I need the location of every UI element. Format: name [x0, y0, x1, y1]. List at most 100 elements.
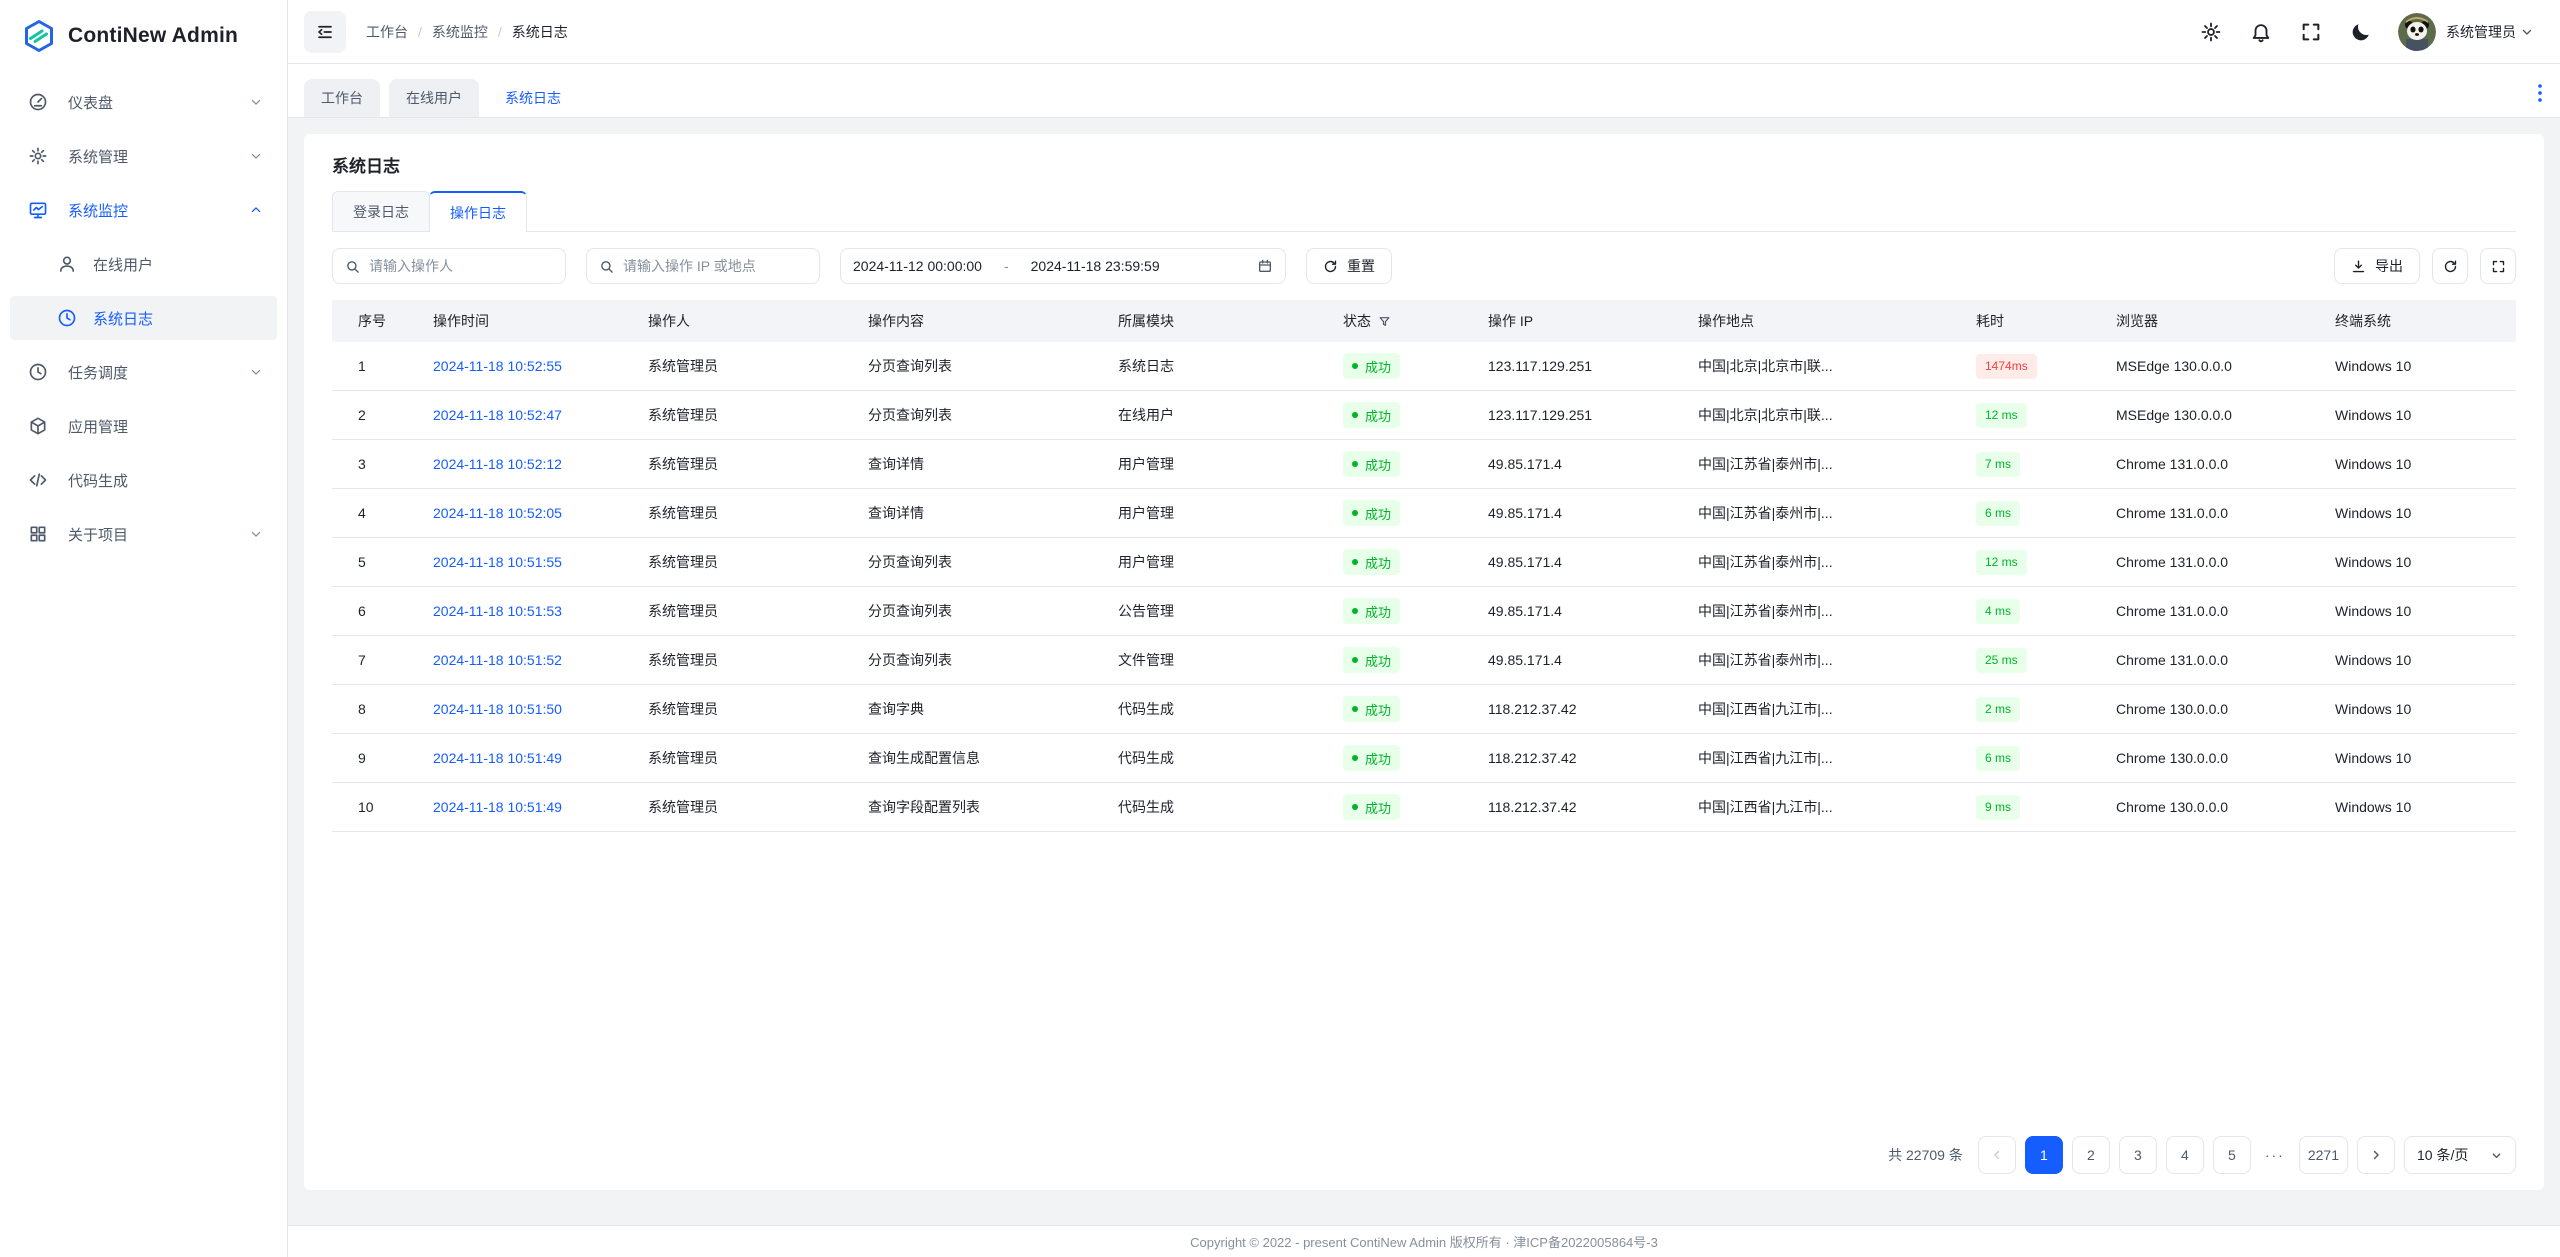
- operation-time-link[interactable]: 2024-11-18 10:51:53: [433, 603, 562, 619]
- operation-time-link[interactable]: 2024-11-18 10:52:47: [433, 407, 562, 423]
- operation-time-link[interactable]: 2024-11-18 10:52:12: [433, 456, 562, 472]
- cell-operator: 系统管理员: [642, 503, 862, 523]
- cell-browser: Chrome 131.0.0.0: [2110, 603, 2329, 619]
- cell-ip: 49.85.171.4: [1482, 505, 1692, 521]
- operator-search-field: [332, 248, 566, 284]
- status-badge: 成功: [1343, 451, 1400, 477]
- top-header: 工作台 / 系统监控 / 系统日志: [288, 0, 2560, 64]
- user-menu[interactable]: 系统管理员: [2446, 22, 2534, 42]
- sidebar-item-online-users[interactable]: 在线用户: [10, 242, 277, 286]
- page-tab-workbench[interactable]: 工作台: [304, 79, 380, 117]
- column-header: 操作时间: [427, 311, 642, 331]
- operation-time-link[interactable]: 2024-11-18 10:51:52: [433, 652, 562, 668]
- filter-right: 导出: [2334, 248, 2516, 284]
- filter-funnel-icon[interactable]: [1378, 315, 1391, 328]
- sidebar-item-label: 应用管理: [68, 416, 128, 437]
- sidebar-item-about-project[interactable]: 关于项目: [10, 512, 277, 556]
- operation-time-link[interactable]: 2024-11-18 10:51:49: [433, 750, 562, 766]
- status-badge: 成功: [1343, 647, 1400, 673]
- dark-mode-moon-icon[interactable]: [2350, 21, 2372, 43]
- page-button-2[interactable]: 2: [2072, 1136, 2110, 1174]
- sidebar-collapse-button[interactable]: [304, 11, 346, 53]
- page-button-4[interactable]: 4: [2166, 1136, 2204, 1174]
- next-page-button[interactable]: [2357, 1136, 2395, 1174]
- table-row: 5 2024-11-18 10:51:55 系统管理员 分页查询列表 用户管理 …: [332, 538, 2516, 587]
- page-size-label: 10 条/页: [2417, 1145, 2468, 1165]
- duration-badge: 12 ms: [1976, 403, 2027, 428]
- column-header-label: 状态: [1343, 311, 1371, 331]
- status-label: 成功: [1365, 700, 1391, 719]
- fullscreen-icon: [2491, 259, 2506, 274]
- sidebar-item-dashboard[interactable]: 仪表盘: [10, 80, 277, 124]
- sidebar-item-code-generation[interactable]: 代码生成: [10, 458, 277, 502]
- cell-content: 分页查询列表: [862, 405, 1112, 425]
- reset-button[interactable]: 重置: [1306, 248, 1392, 284]
- cell-browser: MSEdge 130.0.0.0: [2110, 407, 2329, 423]
- export-button[interactable]: 导出: [2334, 248, 2420, 284]
- sidebar-item-system-monitor[interactable]: 系统监控: [10, 188, 277, 232]
- status-badge: 成功: [1343, 353, 1400, 379]
- sidebar-item-label: 在线用户: [93, 254, 153, 275]
- page-ellipsis[interactable]: ···: [2260, 1147, 2290, 1163]
- column-header: 所属模块: [1112, 311, 1337, 331]
- page-button-5[interactable]: 5: [2213, 1136, 2251, 1174]
- page-tab-system-log[interactable]: 系统日志: [488, 79, 578, 117]
- tab-operation-log[interactable]: 操作日志: [429, 191, 527, 232]
- page-size-select[interactable]: 10 条/页: [2404, 1136, 2516, 1174]
- cell-index: 4: [332, 505, 427, 521]
- sidebar-item-system-management[interactable]: 系统管理: [10, 134, 277, 178]
- cell-os: Windows 10: [2329, 652, 2516, 668]
- page-button-3[interactable]: 3: [2119, 1136, 2157, 1174]
- column-header: 浏览器: [2110, 311, 2329, 331]
- sidebar-item-task-schedule[interactable]: 任务调度: [10, 350, 277, 394]
- cell-content: 分页查询列表: [862, 601, 1112, 621]
- table-row: 3 2024-11-18 10:52:12 系统管理员 查询详情 用户管理 成功…: [332, 440, 2516, 489]
- sidebar-menu: 仪表盘 系统管理 系统监控 在线用户: [0, 80, 287, 556]
- cell-operator: 系统管理员: [642, 405, 862, 425]
- page-number-list: 12345: [2025, 1136, 2251, 1174]
- duration-badge: 7 ms: [1976, 452, 2020, 477]
- chevron-down-icon: [249, 527, 263, 541]
- ip-search-input[interactable]: [623, 258, 807, 274]
- main-area: 工作台 / 系统监控 / 系统日志: [288, 0, 2560, 1257]
- operation-time-link[interactable]: 2024-11-18 10:51:50: [433, 701, 562, 717]
- last-page-button[interactable]: 2271: [2299, 1136, 2348, 1174]
- pagination: 共 22709 条 12345 ··· 2271 10 条/页: [332, 1136, 2516, 1174]
- chevron-down-icon: [2490, 1149, 2503, 1162]
- operation-time-link[interactable]: 2024-11-18 10:52:05: [433, 505, 562, 521]
- sidebar-item-app-management[interactable]: 应用管理: [10, 404, 277, 448]
- chevron-up-icon: [249, 203, 263, 217]
- sidebar-item-system-log[interactable]: 系统日志: [10, 296, 277, 340]
- table-row: 7 2024-11-18 10:51:52 系统管理员 分页查询列表 文件管理 …: [332, 636, 2516, 685]
- breadcrumb-item[interactable]: 工作台: [366, 22, 408, 42]
- monitor-chart-icon: [28, 200, 48, 220]
- user-avatar[interactable]: [2398, 13, 2436, 51]
- page-tab-label: 在线用户: [406, 88, 462, 108]
- fullscreen-icon[interactable]: [2300, 21, 2322, 43]
- cell-module: 代码生成: [1112, 699, 1337, 719]
- status-dot-icon: [1352, 559, 1358, 565]
- operation-time-link[interactable]: 2024-11-18 10:52:55: [433, 358, 562, 374]
- breadcrumb-item[interactable]: 系统监控: [432, 22, 488, 42]
- cell-module: 用户管理: [1112, 503, 1337, 523]
- export-label: 导出: [2375, 256, 2403, 276]
- page-button-1[interactable]: 1: [2025, 1136, 2063, 1174]
- download-icon: [2351, 259, 2366, 274]
- table-fullscreen-button[interactable]: [2480, 248, 2516, 284]
- page-tab-online-users[interactable]: 在线用户: [389, 79, 479, 117]
- settings-gear-icon[interactable]: [2200, 21, 2222, 43]
- cell-ip: 118.212.37.42: [1482, 750, 1692, 766]
- search-icon: [599, 259, 614, 274]
- tab-login-log[interactable]: 登录日志: [332, 191, 430, 231]
- operator-search-input[interactable]: [369, 258, 553, 274]
- table-row: 4 2024-11-18 10:52:05 系统管理员 查询详情 用户管理 成功…: [332, 489, 2516, 538]
- refresh-table-button[interactable]: [2432, 248, 2468, 284]
- tab-more-icon[interactable]: [2532, 83, 2548, 103]
- notification-bell-icon[interactable]: [2250, 21, 2272, 43]
- cell-content: 查询详情: [862, 454, 1112, 474]
- operation-time-link[interactable]: 2024-11-18 10:51:55: [433, 554, 562, 570]
- prev-page-button[interactable]: [1978, 1136, 2016, 1174]
- cell-os: Windows 10: [2329, 456, 2516, 472]
- operation-time-link[interactable]: 2024-11-18 10:51:49: [433, 799, 562, 815]
- date-range-picker[interactable]: 2024-11-12 00:00:00 - 2024-11-18 23:59:5…: [840, 248, 1286, 284]
